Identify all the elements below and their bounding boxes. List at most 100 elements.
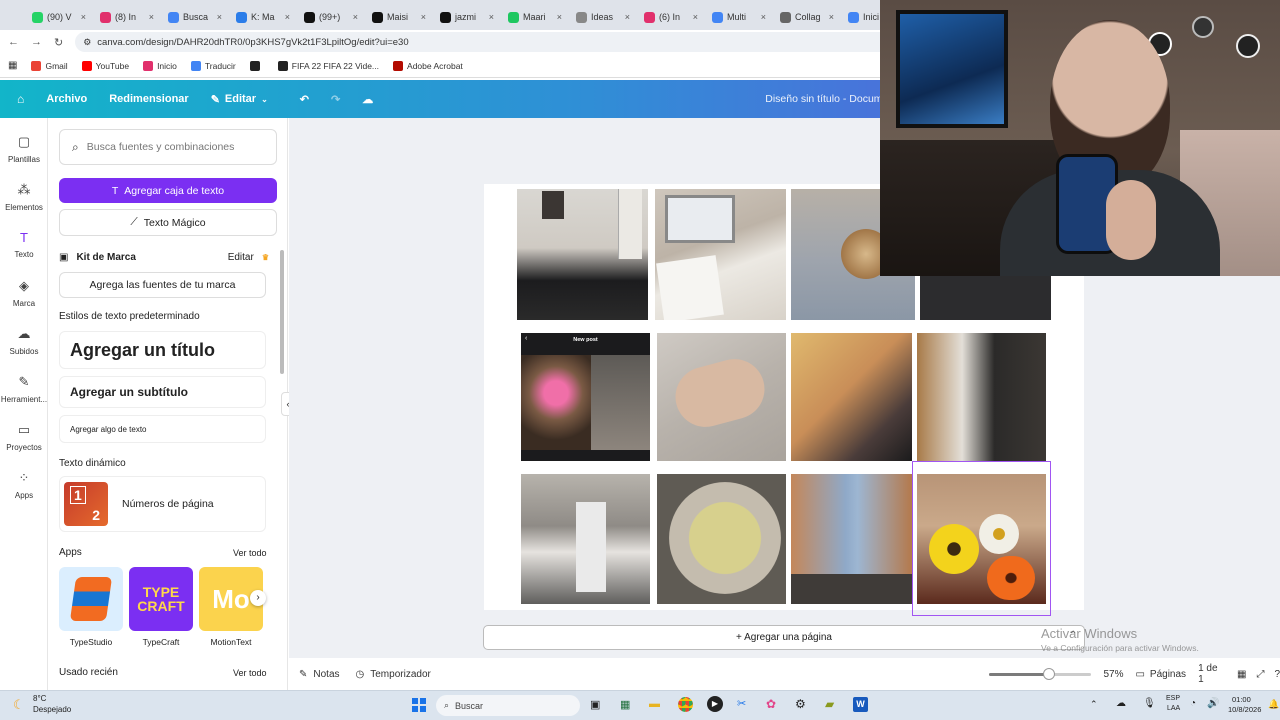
photo-bedroom[interactable]: [517, 189, 648, 320]
tab-close-icon[interactable]: ×: [693, 12, 698, 22]
browser-tab[interactable]: Ideas ×: [570, 4, 636, 30]
notes-button[interactable]: ✎ Notas: [299, 669, 340, 680]
tab-close-icon[interactable]: ×: [149, 12, 154, 22]
notes-app-icon[interactable]: ▰: [825, 697, 834, 711]
notification-bell-icon[interactable]: 🔔: [1268, 699, 1279, 710]
add-title-button[interactable]: Agregar un título: [59, 331, 266, 369]
bookmark-item[interactable]: Inicio: [143, 60, 177, 71]
magic-text-button[interactable]: ⟋ Texto Mágico: [59, 209, 277, 236]
tab-close-icon[interactable]: ×: [353, 12, 358, 22]
resize-menu[interactable]: Redimensionar: [109, 93, 188, 105]
bookmark-item[interactable]: YouTube: [81, 60, 129, 71]
file-explorer-icon[interactable]: ▬: [649, 698, 660, 710]
home-icon[interactable]: ⌂: [17, 92, 24, 106]
tray-chevron-icon[interactable]: ⌃: [1090, 699, 1098, 710]
bookmark-item[interactable]: Traducir: [190, 60, 236, 71]
photo-keyboard[interactable]: [920, 272, 1051, 320]
photo-clothing-store[interactable]: [521, 474, 650, 604]
forward-icon[interactable]: →: [31, 36, 42, 48]
file-menu[interactable]: Archivo: [46, 93, 87, 105]
photo-new-post-flowers[interactable]: New post ‹: [521, 333, 650, 461]
add-textbox-button[interactable]: T Agregar caja de texto: [59, 178, 277, 203]
apps-grid-icon[interactable]: ▦: [8, 60, 17, 71]
doc-title[interactable]: Diseño sin título - Document: [765, 93, 897, 105]
taskbar-search[interactable]: ⌕ Buscar: [436, 695, 580, 716]
rail-item[interactable]: ◈ Marca: [0, 278, 48, 308]
calculator-icon[interactable]: ▦: [620, 698, 630, 711]
app-card-motiontext[interactable]: Mo MotionText: [199, 567, 263, 649]
back-icon[interactable]: ←: [8, 36, 19, 48]
windows-start-icon[interactable]: [412, 698, 426, 712]
bookmark-item[interactable]: FIFA 22 FIFA 22 Vide...: [277, 60, 379, 71]
apps-next-arrow[interactable]: ›: [250, 590, 266, 606]
bookmark-item[interactable]: Adobe Acrobat: [393, 60, 463, 71]
app-card-typestudio[interactable]: TypeStudio: [59, 567, 123, 649]
brand-kit-edit[interactable]: Editar: [228, 252, 254, 263]
photo-necklaces[interactable]: [791, 333, 912, 461]
redo-icon[interactable]: ↷: [331, 93, 340, 106]
word-icon[interactable]: W: [853, 697, 868, 712]
tab-close-icon[interactable]: ×: [829, 12, 834, 22]
clock-time[interactable]: 01:00: [1232, 695, 1251, 704]
timer-button[interactable]: ◷ Temporizador: [356, 669, 431, 680]
tab-close-icon[interactable]: ×: [217, 12, 222, 22]
edit-menu[interactable]: ✎ Editar ⌄: [211, 93, 268, 106]
rail-item[interactable]: ▢ Plantillas: [0, 134, 48, 164]
zoom-slider[interactable]: [988, 667, 1092, 680]
add-subtitle-button[interactable]: Agregar un subtítulo: [59, 376, 266, 408]
brand-kit-row[interactable]: ▣ Kit de Marca Editar ♛: [59, 252, 269, 263]
page-numbers-button[interactable]: 1 2 Números de página: [59, 476, 266, 532]
help-icon[interactable]: ?: [1274, 669, 1280, 680]
cloud-save-icon[interactable]: ☁: [362, 93, 373, 106]
zoom-slider-thumb[interactable]: [1043, 667, 1056, 680]
tab-close-icon[interactable]: ×: [421, 12, 426, 22]
pages-button[interactable]: ▭ Páginas: [1135, 669, 1186, 680]
photo-bags[interactable]: [917, 333, 1046, 461]
browser-tab[interactable]: (6) In ×: [638, 4, 704, 30]
tab-close-icon[interactable]: ×: [285, 12, 290, 22]
app-card-typecraft[interactable]: TYPE CRAFT TypeCraft: [129, 567, 193, 649]
lang-line1[interactable]: ESP: [1166, 695, 1180, 702]
fullscreen-icon[interactable]: ⤢: [1256, 669, 1264, 680]
photo-nails-rings[interactable]: [657, 333, 786, 461]
grid-view-icon[interactable]: ▦: [1237, 669, 1246, 680]
browser-tab[interactable]: Collag ×: [774, 4, 840, 30]
photo-street[interactable]: [791, 474, 912, 604]
selection-frame[interactable]: [912, 461, 1051, 616]
browser-tab[interactable]: Maari ×: [502, 4, 568, 30]
browser-tab[interactable]: jazmi ×: [434, 4, 500, 30]
tab-close-icon[interactable]: ×: [625, 12, 630, 22]
snipping-tool-icon[interactable]: ✂: [737, 697, 746, 710]
site-info-icon[interactable]: ⚙: [83, 37, 91, 48]
browser-tab[interactable]: Busca ×: [162, 4, 228, 30]
paint-icon[interactable]: ✿: [766, 697, 776, 711]
add-page-button[interactable]: + Agregar una página: [483, 625, 1085, 650]
browser-tab[interactable]: (8) In ×: [94, 4, 160, 30]
rail-item[interactable]: ▭ Proyectos: [0, 422, 48, 452]
add-body-button[interactable]: Agregar algo de texto: [59, 415, 266, 443]
brand-fonts-button[interactable]: Agrega las fuentes de tu marca: [59, 272, 266, 298]
lang-line2[interactable]: LAA: [1167, 705, 1180, 712]
cloud-tray-icon[interactable]: ☁: [1116, 698, 1126, 709]
tab-close-icon[interactable]: ×: [761, 12, 766, 22]
photo-laptop-desk[interactable]: [655, 189, 786, 320]
rail-item[interactable]: ☁ Subidos: [0, 326, 48, 356]
font-search-input[interactable]: ⌕ Busca fuentes y combinaciones: [59, 129, 277, 165]
mic-icon[interactable]: 🎙: [1143, 698, 1156, 709]
zoom-value[interactable]: 57%: [1103, 669, 1123, 680]
volume-icon[interactable]: 🔊: [1207, 698, 1219, 709]
browser-tab[interactable]: K: Ma ×: [230, 4, 296, 30]
chrome-icon[interactable]: [678, 697, 693, 712]
rail-item[interactable]: ⁂ Elementos: [0, 182, 48, 212]
rail-item[interactable]: T Texto: [0, 230, 48, 259]
panel-scrollbar[interactable]: [280, 250, 284, 374]
rail-item[interactable]: ⁘ Apps: [0, 470, 48, 500]
undo-icon[interactable]: ↶: [300, 93, 309, 106]
reload-icon[interactable]: ↻: [54, 36, 63, 49]
browser-tab[interactable]: (90) V ×: [26, 4, 92, 30]
browser-tab[interactable]: Multi ×: [706, 4, 772, 30]
weather-desc[interactable]: Despejado: [33, 705, 71, 714]
steam-icon[interactable]: ⚙: [795, 697, 806, 711]
bookmark-item[interactable]: Gmail: [31, 60, 68, 71]
apps-see-all[interactable]: Ver todo: [233, 548, 267, 558]
